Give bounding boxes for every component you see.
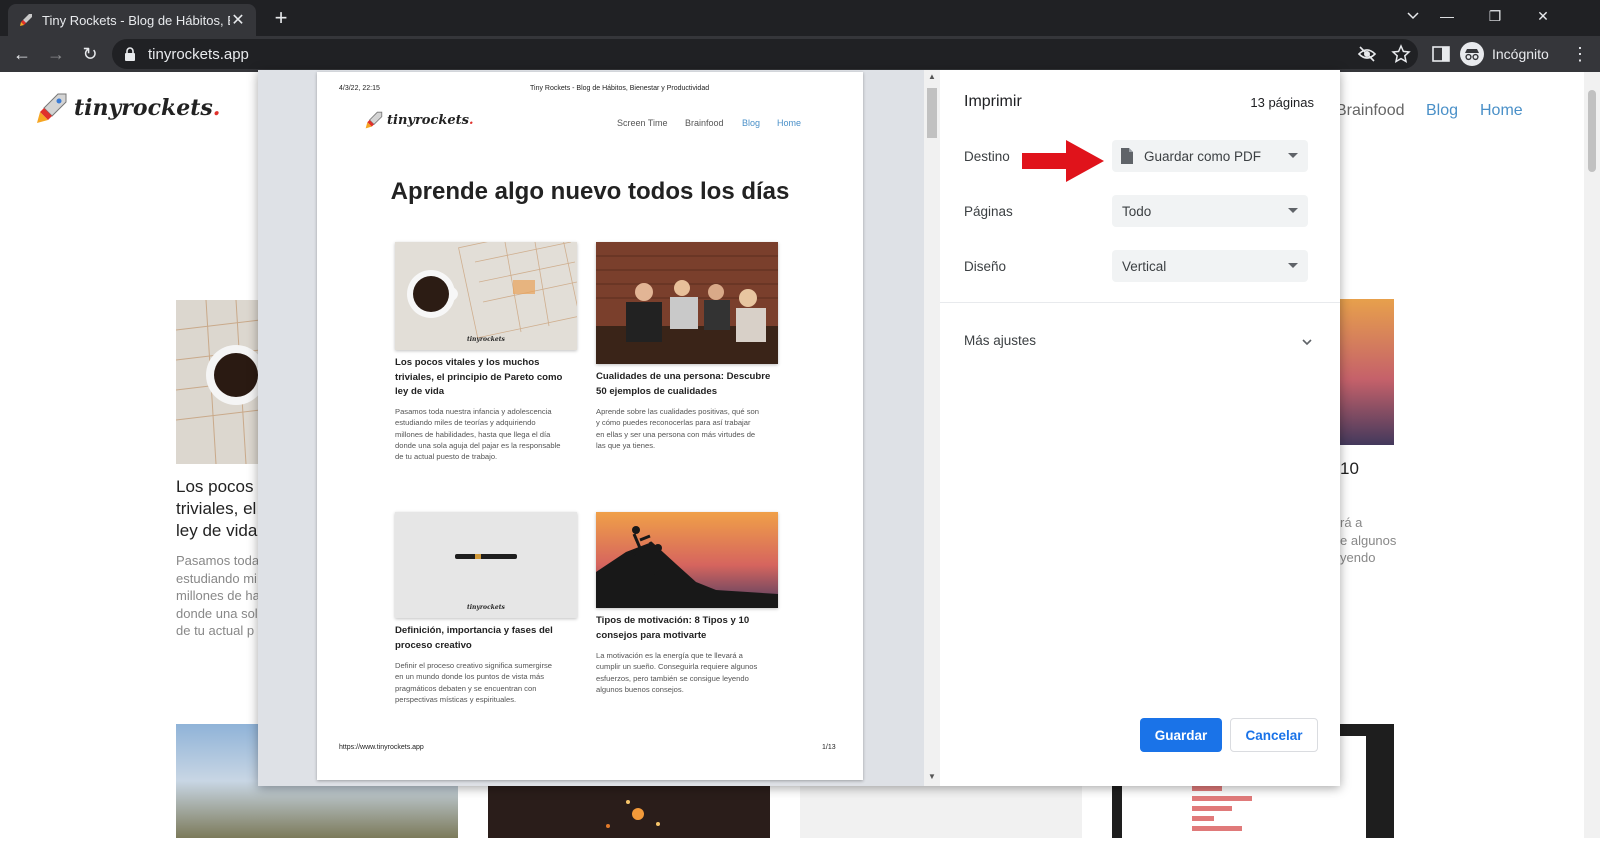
site-nav-brainfood[interactable]: Brainfood xyxy=(1336,102,1405,120)
preview-footer-page: 1/13 xyxy=(822,744,836,751)
lock-icon xyxy=(125,47,135,61)
article-image-coffee[interactable] xyxy=(176,300,260,464)
preview-card-title: Los pocos vitales y los muchos triviales… xyxy=(395,357,563,397)
print-settings-panel: Imprimir 13 páginas Destino Guardar como… xyxy=(940,70,1340,786)
preview-logo-text: tinyrockets xyxy=(387,112,469,128)
expand-chevron-icon xyxy=(1302,339,1312,346)
preview-card-excerpt: La motivación es la energía que te lleva… xyxy=(596,651,758,694)
preview-nav-blog: Blog xyxy=(742,118,761,128)
rocket-logo-icon xyxy=(365,111,383,129)
destination-value: Guardar como PDF xyxy=(1144,148,1262,164)
preview-header-title: Tiny Rockets - Blog de Hábitos, Bienesta… xyxy=(530,85,710,92)
cancel-button[interactable]: Cancelar xyxy=(1230,718,1318,752)
more-settings-toggle[interactable]: Más ajustes xyxy=(964,333,1316,353)
site-logo-text: tinyrockets xyxy=(74,95,213,121)
pages-select[interactable]: Todo xyxy=(1112,195,1308,227)
side-panel-icon[interactable] xyxy=(1430,43,1452,65)
new-tab-button[interactable]: + xyxy=(268,5,294,31)
site-nav-home[interactable]: Home xyxy=(1480,102,1523,120)
restore-button[interactable]: ❐ xyxy=(1472,0,1518,32)
back-button[interactable]: ← xyxy=(8,40,36,68)
chevron-down-icon xyxy=(1288,153,1298,158)
preview-nav-screen-time: Screen Time xyxy=(617,118,668,128)
rocket-favicon-icon xyxy=(20,14,32,26)
tab-title: Tiny Rockets - Blog de Hábitos, B xyxy=(42,12,230,28)
preview-image-logo-text: tinyrockets xyxy=(467,336,505,343)
preview-image-meeting xyxy=(596,242,778,364)
preview-header-date: 4/3/22, 22:15 xyxy=(339,85,380,92)
rocket-logo-icon xyxy=(37,93,67,123)
preview-page: 4/3/22, 22:15 Tiny Rockets - Blog de Háb… xyxy=(317,72,863,780)
destination-label: Destino xyxy=(964,149,1010,164)
page-scrollbar[interactable] xyxy=(1584,72,1600,838)
pages-label: Páginas xyxy=(964,204,1013,219)
pages-value: Todo xyxy=(1122,203,1152,219)
url-text: tinyrockets.app xyxy=(148,45,249,63)
save-button[interactable]: Guardar xyxy=(1140,718,1222,752)
incognito-label: Incógnito xyxy=(1492,46,1549,62)
preview-card-title: Definición, importancia y fases del proc… xyxy=(395,625,553,651)
layout-value: Vertical xyxy=(1122,258,1167,274)
chevron-down-icon xyxy=(1288,208,1298,213)
preview-card-title: Cualidades de una persona: Descubre 50 e… xyxy=(596,371,771,397)
print-preview-area: 4/3/22, 22:15 Tiny Rockets - Blog de Háb… xyxy=(258,70,940,786)
tab-close-icon[interactable]: ✕ xyxy=(230,10,246,30)
close-window-button[interactable]: ✕ xyxy=(1520,0,1566,32)
bg-article-excerpt: Pasamos toda estudiando mi millones de h… xyxy=(176,553,260,638)
bg-article-title-right[interactable]: 10 xyxy=(1340,458,1359,480)
article-image-walker[interactable] xyxy=(800,784,1082,838)
address-bar[interactable]: tinyrockets.app xyxy=(112,39,1418,69)
scroll-down-icon[interactable]: ▼ xyxy=(924,772,940,781)
article-image-sunset[interactable] xyxy=(1340,299,1394,445)
preview-scroll-thumb[interactable] xyxy=(927,88,937,138)
layout-select[interactable]: Vertical xyxy=(1112,250,1308,282)
preview-logo-dot: . xyxy=(469,112,474,128)
browser-tab[interactable]: Tiny Rockets - Blog de Hábitos, B ✕ xyxy=(8,4,256,36)
preview-nav-home: Home xyxy=(777,118,802,128)
preview-heading: Aprende algo nuevo todos los días xyxy=(390,178,790,205)
bg-article-title[interactable]: Los pocos v triviales, el ley de vida xyxy=(176,476,267,542)
more-settings-label: Más ajustes xyxy=(964,333,1037,348)
preview-card-title: Tipos de motivación: 8 Tipos y 10 consej… xyxy=(596,615,750,641)
minimize-button[interactable]: — xyxy=(1424,0,1470,32)
reload-button[interactable]: ↻ xyxy=(76,40,104,68)
preview-card-excerpt: Pasamos toda nuestra infancia y adolesce… xyxy=(395,407,561,462)
bg-article-excerpt-right: rá a e algunos yendo xyxy=(1340,515,1397,565)
incognito-indicator[interactable]: Incógnito xyxy=(1460,41,1549,67)
settings-divider xyxy=(940,302,1340,303)
site-logo-dot: . xyxy=(212,95,221,121)
site-logo[interactable]: tinyrockets. xyxy=(34,90,220,126)
tab-strip: Tiny Rockets - Blog de Hábitos, B ✕ + — … xyxy=(0,0,1600,36)
bookmark-star-icon[interactable] xyxy=(1390,43,1412,65)
preview-nav-brainfood: Brainfood xyxy=(685,118,724,128)
chevron-down-icon xyxy=(1288,263,1298,268)
preview-logo: tinyrockets. xyxy=(364,110,474,130)
document-icon xyxy=(1121,148,1133,164)
scroll-up-icon[interactable]: ▲ xyxy=(924,72,940,81)
browser-toolbar: ← → ↻ tinyrockets.app Incógnito ⋮ xyxy=(0,36,1600,72)
preview-image-coffee: tinyrockets xyxy=(395,242,577,350)
preview-card-excerpt: Definir el proceso creativo significa su… xyxy=(395,661,552,704)
preview-scrollbar[interactable]: ▲ ▼ xyxy=(924,70,940,786)
page-count: 13 páginas xyxy=(1250,95,1314,110)
layout-label: Diseño xyxy=(964,259,1007,274)
browser-menu-icon[interactable]: ⋮ xyxy=(1568,40,1592,68)
preview-footer-url: https://www.tinyrockets.app xyxy=(339,744,424,751)
site-nav-blog[interactable]: Blog xyxy=(1426,102,1458,120)
preview-image-climbers xyxy=(596,512,778,608)
eye-off-icon[interactable] xyxy=(1356,43,1378,65)
preview-image-pencil: tinyrockets xyxy=(395,512,577,618)
forward-button[interactable]: → xyxy=(42,40,70,68)
red-arrow-annotation-icon xyxy=(1022,140,1104,182)
print-dialog: 4/3/22, 22:15 Tiny Rockets - Blog de Háb… xyxy=(258,70,1340,786)
preview-card-excerpt: Aprende sobre las cualidades positivas, … xyxy=(596,407,759,450)
preview-image-logo-text: tinyrockets xyxy=(467,604,505,611)
print-title: Imprimir xyxy=(964,93,1022,110)
article-image-sparks[interactable] xyxy=(488,784,770,838)
destination-select[interactable]: Guardar como PDF xyxy=(1112,140,1308,172)
incognito-icon xyxy=(1460,42,1484,66)
